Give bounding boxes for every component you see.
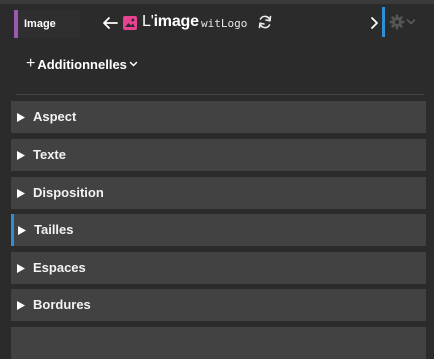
- active-indicator-bar: [382, 7, 385, 37]
- section-bordures[interactable]: Bordures: [11, 289, 426, 321]
- section-disposition[interactable]: Disposition: [11, 177, 426, 209]
- chevron-right-icon[interactable]: [369, 15, 379, 31]
- section-label: Bordures: [33, 297, 91, 312]
- triangle-right-icon: [17, 189, 25, 198]
- chevron-down-icon[interactable]: [406, 18, 416, 26]
- section-next-partial[interactable]: [11, 327, 426, 359]
- top-strip: [0, 0, 434, 4]
- section-label: Texte: [33, 147, 66, 162]
- block-title-main: image: [153, 13, 199, 30]
- add-additional-label: Additionnelles: [37, 56, 127, 72]
- block-type-badge: Image: [14, 10, 80, 38]
- block-title: L'image: [142, 13, 199, 31]
- add-additional-button[interactable]: + Additionnelles: [26, 55, 138, 73]
- gear-icon[interactable]: [389, 14, 405, 30]
- section-label: Tailles: [34, 222, 74, 237]
- section-label: Disposition: [33, 185, 104, 200]
- triangle-right-icon: [17, 113, 25, 122]
- section-aspect[interactable]: Aspect: [11, 101, 426, 133]
- block-header: Image L'image witLogo: [0, 6, 434, 38]
- block-title-prefix: L': [142, 13, 154, 30]
- image-icon: [123, 16, 137, 30]
- plus-icon: +: [26, 55, 36, 72]
- section-tailles[interactable]: Tailles: [11, 214, 426, 246]
- triangle-right-icon: [17, 151, 25, 160]
- triangle-right-icon: [18, 226, 26, 235]
- section-espaces[interactable]: Espaces: [11, 252, 426, 284]
- triangle-right-icon: [17, 264, 25, 273]
- refresh-icon[interactable]: [257, 14, 273, 30]
- section-texte[interactable]: Texte: [11, 139, 426, 171]
- section-label: Aspect: [33, 109, 77, 124]
- chevron-down-icon: [129, 61, 138, 67]
- triangle-right-icon: [17, 301, 25, 310]
- block-id: witLogo: [201, 17, 248, 30]
- back-arrow-icon[interactable]: [101, 15, 119, 31]
- divider: [16, 94, 424, 95]
- section-label: Espaces: [33, 260, 86, 275]
